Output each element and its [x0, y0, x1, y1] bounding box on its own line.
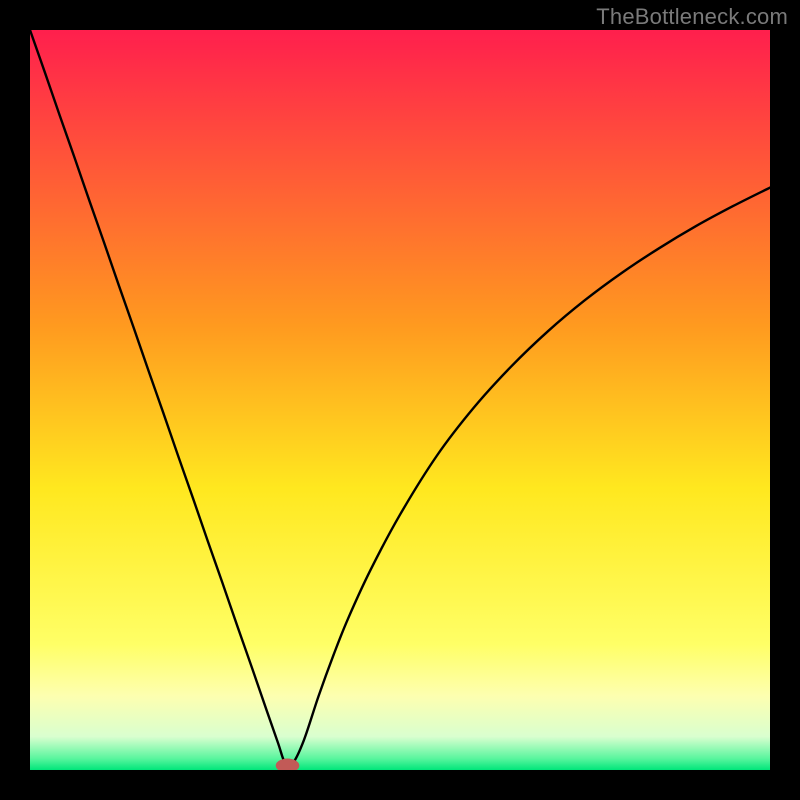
gradient-background: [30, 30, 770, 770]
chart-svg: [30, 30, 770, 770]
chart-frame: TheBottleneck.com: [0, 0, 800, 800]
chart-plot-area: [30, 30, 770, 770]
watermark-text: TheBottleneck.com: [596, 4, 788, 30]
